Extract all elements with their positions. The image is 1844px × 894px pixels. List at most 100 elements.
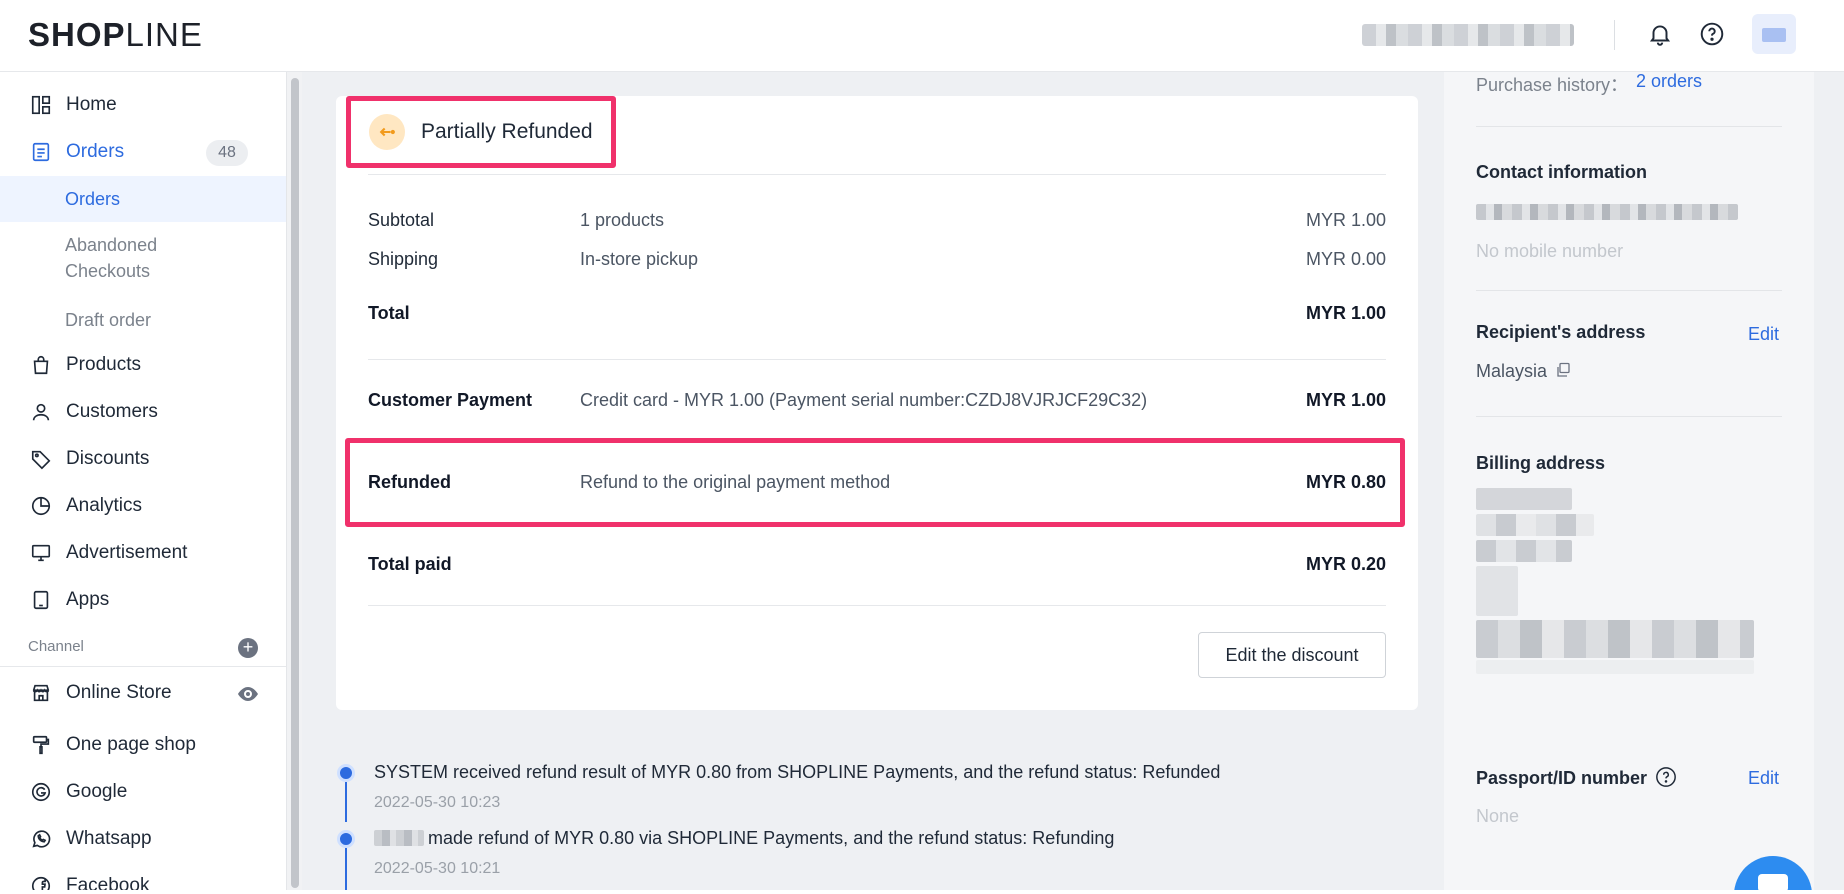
billing-address-redacted	[1476, 566, 1518, 616]
sidebar-subitem-label: Draft order	[65, 310, 152, 330]
eye-icon[interactable]	[236, 682, 260, 706]
sidebar-item-apps[interactable]: Apps	[0, 577, 286, 623]
sidebar-item-online-store[interactable]: Online Store	[0, 670, 286, 716]
customer-payment-desc: Credit card - MYR 1.00 (Payment serial n…	[580, 390, 1148, 410]
sidebar-item-home[interactable]: Home	[0, 82, 286, 128]
store-icon	[30, 682, 52, 704]
logo-bold: SHOP	[28, 16, 126, 53]
channel-divider	[0, 666, 286, 667]
sidebar-item-label: Discounts	[66, 448, 150, 469]
google-icon	[30, 781, 52, 803]
facebook-icon	[30, 875, 52, 890]
sidebar-item-label: Google	[66, 781, 128, 802]
total-paid-amount: MYR 0.20	[1305, 554, 1386, 574]
bell-icon[interactable]	[1644, 18, 1676, 50]
refunded-desc: Refund to the original payment method	[580, 472, 891, 492]
dashboard-icon	[30, 94, 52, 116]
billing-address-redacted	[1476, 488, 1572, 510]
sidebar-item-orders[interactable]: Orders 48	[0, 129, 286, 175]
recipient-address-edit-link[interactable]: Edit	[1748, 324, 1779, 345]
sidebar-item-label: Orders	[66, 141, 125, 162]
purchase-history-link[interactable]: 2 orders	[1636, 71, 1702, 92]
billing-address-redacted	[1476, 540, 1572, 562]
topbar-divider	[1614, 20, 1615, 50]
pie-chart-icon	[30, 495, 52, 517]
timeline-event-text: SYSTEM received refund result of MYR 0.8…	[374, 762, 1221, 782]
total-paid-label: Total paid	[368, 554, 452, 574]
sidebar-item-whatsapp[interactable]: Whatsapp	[0, 816, 286, 862]
passport-id-row: Passport/ID number	[1476, 766, 1677, 789]
purchase-history-label: Purchase history：	[1476, 75, 1629, 95]
sidebar: Home Orders 48 Orders Abandoned Checkout…	[0, 72, 286, 890]
billing-address-redacted	[1476, 620, 1754, 658]
recipient-country-row: Malaysia	[1476, 361, 1571, 382]
orders-count-badge: 48	[206, 140, 248, 166]
edit-discount-button[interactable]: Edit the discount	[1198, 632, 1386, 678]
timeline-dot	[337, 830, 355, 848]
sidebar-subitem-label: Abandoned Checkouts	[65, 235, 158, 281]
sidebar-item-label: Analytics	[66, 495, 143, 516]
sidebar-item-customers[interactable]: Customers	[0, 389, 286, 435]
panel-divider	[1476, 416, 1782, 417]
logo-light: LINE	[125, 16, 203, 53]
sidebar-subitem-orders[interactable]: Orders	[0, 176, 286, 222]
recipient-country: Malaysia	[1476, 361, 1548, 381]
sidebar-item-label: Home	[66, 94, 117, 115]
sidebar-subitem-draft-order[interactable]: Draft order	[0, 307, 286, 333]
shopline-logo[interactable]: SHOPLINE	[28, 16, 203, 54]
timeline-dot	[337, 764, 355, 782]
scrollbar-thumb[interactable]	[291, 78, 299, 888]
passport-id-value: None	[1476, 806, 1520, 826]
total-paid-divider	[368, 605, 1386, 606]
total-amount: MYR 1.00	[1305, 303, 1386, 323]
paint-roller-icon	[30, 734, 52, 756]
top-bar: SHOPLINE	[0, 0, 1844, 72]
order-status-highlight: Partially Refunded	[346, 96, 616, 168]
avatar[interactable]	[1752, 14, 1796, 54]
timeline-event-time: 2022-05-30 10:23	[374, 794, 501, 811]
passport-id-title: Passport/ID number	[1476, 768, 1648, 788]
recipient-address-title: Recipient's address	[1476, 322, 1646, 342]
copy-icon[interactable]	[1555, 362, 1571, 378]
refunded-label: Refunded	[368, 472, 451, 492]
help-icon[interactable]	[1655, 766, 1677, 788]
sidebar-subitem-abandoned-checkouts[interactable]: Abandoned Checkouts	[0, 232, 200, 284]
sidebar-item-google[interactable]: Google	[0, 769, 286, 815]
sidebar-item-label: Online Store	[66, 682, 172, 703]
timeline-event-text: made refund of MYR 0.80 via SHOPLINE Pay…	[428, 828, 1115, 848]
sidebar-item-products[interactable]: Products	[0, 342, 286, 388]
billing-address-redacted	[1476, 514, 1594, 536]
bag-icon	[30, 354, 52, 376]
timeline-connector	[345, 848, 347, 890]
sidebar-item-label: Products	[66, 354, 141, 375]
sidebar-item-label: Customers	[66, 401, 158, 422]
tablet-icon	[30, 589, 52, 611]
sidebar-item-one-page-shop[interactable]: One page shop	[0, 722, 286, 768]
sidebar-item-label: Advertisement	[66, 542, 188, 563]
sidebar-scrollbar[interactable]	[286, 72, 302, 890]
sidebar-item-discounts[interactable]: Discounts	[0, 436, 286, 482]
sidebar-item-label: Facebook	[66, 875, 150, 890]
add-channel-button[interactable]: +	[238, 638, 258, 658]
total-label: Total	[368, 303, 410, 323]
status-divider	[368, 174, 1386, 175]
store-name-redacted[interactable]	[1362, 24, 1574, 46]
total-divider	[368, 359, 1386, 360]
sidebar-subitem-label: Orders	[65, 189, 121, 209]
passport-id-edit-link[interactable]: Edit	[1748, 768, 1779, 789]
contact-info-title: Contact information	[1476, 162, 1647, 182]
shipping-label: Shipping	[368, 249, 439, 269]
subtotal-label: Subtotal	[368, 210, 435, 230]
sidebar-item-label: One page shop	[66, 734, 196, 755]
shipping-desc: In-store pickup	[580, 249, 699, 269]
no-mobile-number: No mobile number	[1476, 241, 1624, 261]
billing-address-title: Billing address	[1476, 453, 1606, 473]
sidebar-item-analytics[interactable]: Analytics	[0, 483, 286, 529]
sidebar-item-facebook[interactable]: Facebook	[0, 863, 286, 890]
help-icon[interactable]	[1696, 18, 1728, 50]
sidebar-item-advertisement[interactable]: Advertisement	[0, 530, 286, 576]
channel-section-label: Channel	[28, 638, 84, 655]
sidebar-item-label: Apps	[66, 589, 110, 610]
panel-divider	[1476, 290, 1782, 291]
timeline-connector	[345, 782, 347, 822]
